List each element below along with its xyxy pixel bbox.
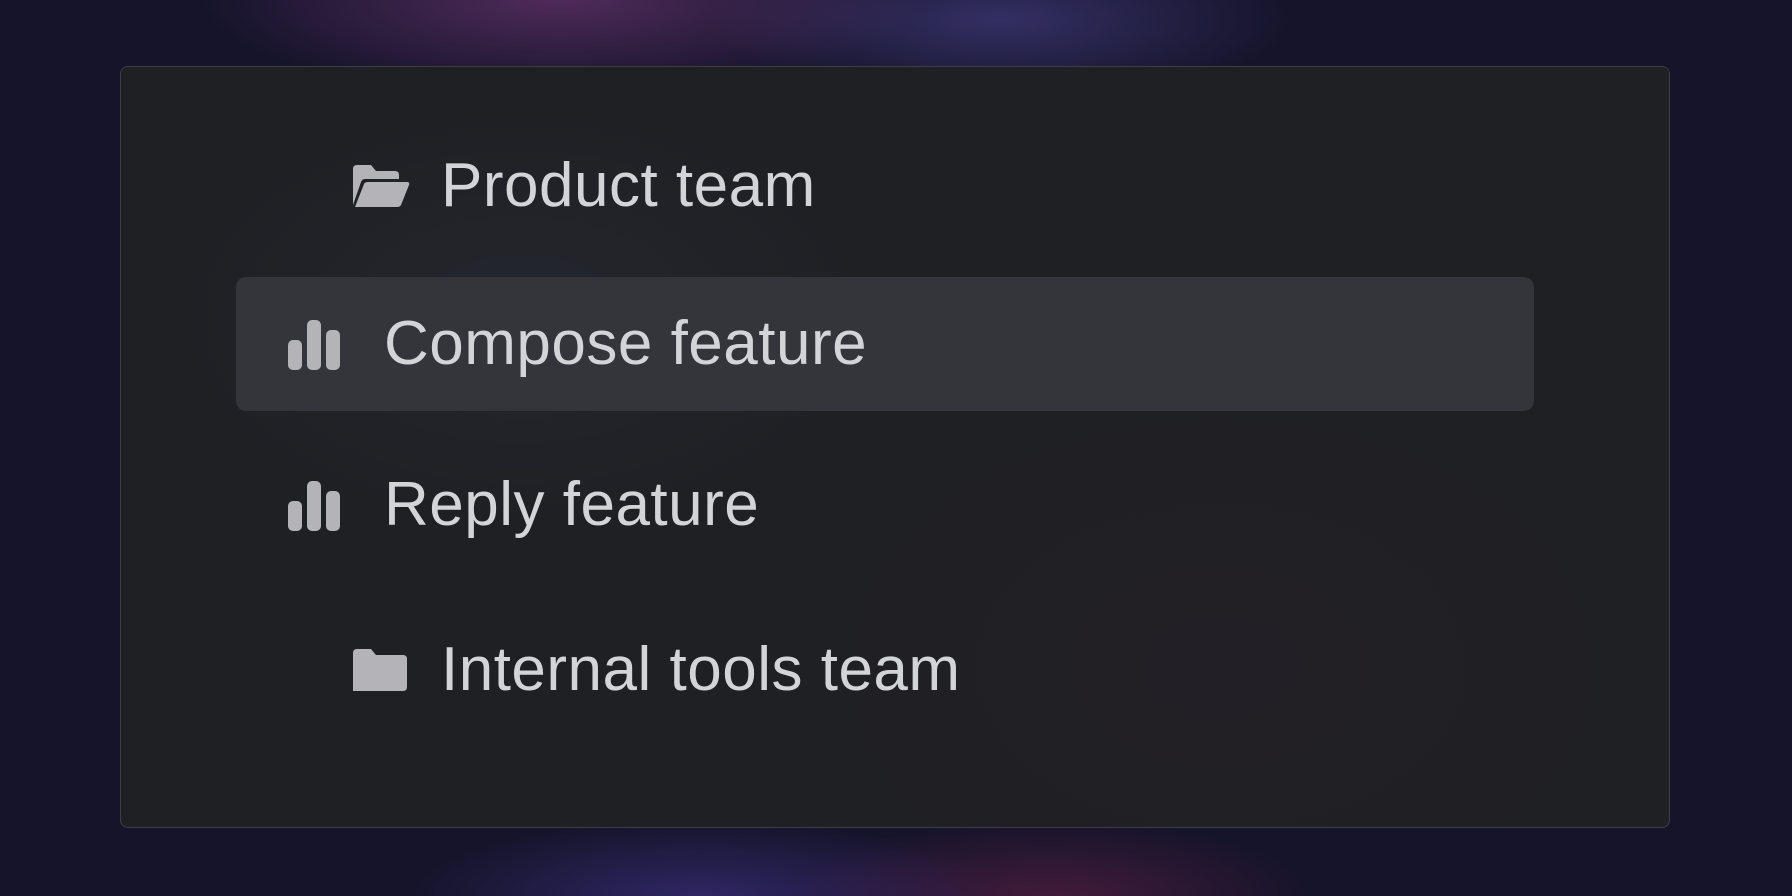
tree-item-reply-feature[interactable]: Reply feature: [236, 438, 1534, 572]
tree-group-label: Product team: [441, 151, 816, 220]
project-tree-panel: Product team Compose feature Reply featu…: [120, 66, 1670, 828]
folder-icon: [349, 645, 411, 695]
folder-open-icon: [349, 161, 411, 211]
tree-item-compose-feature[interactable]: Compose feature: [236, 277, 1534, 411]
tree-group-product-team[interactable]: Product team: [231, 126, 1531, 246]
tree-group-label: Internal tools team: [441, 635, 961, 704]
tree-group-internal-tools-team[interactable]: Internal tools team: [231, 610, 1531, 730]
bar-chart-icon: [286, 477, 342, 533]
bar-chart-icon: [286, 316, 342, 372]
tree-item-label: Reply feature: [384, 470, 760, 539]
tree-item-label: Compose feature: [384, 309, 868, 378]
